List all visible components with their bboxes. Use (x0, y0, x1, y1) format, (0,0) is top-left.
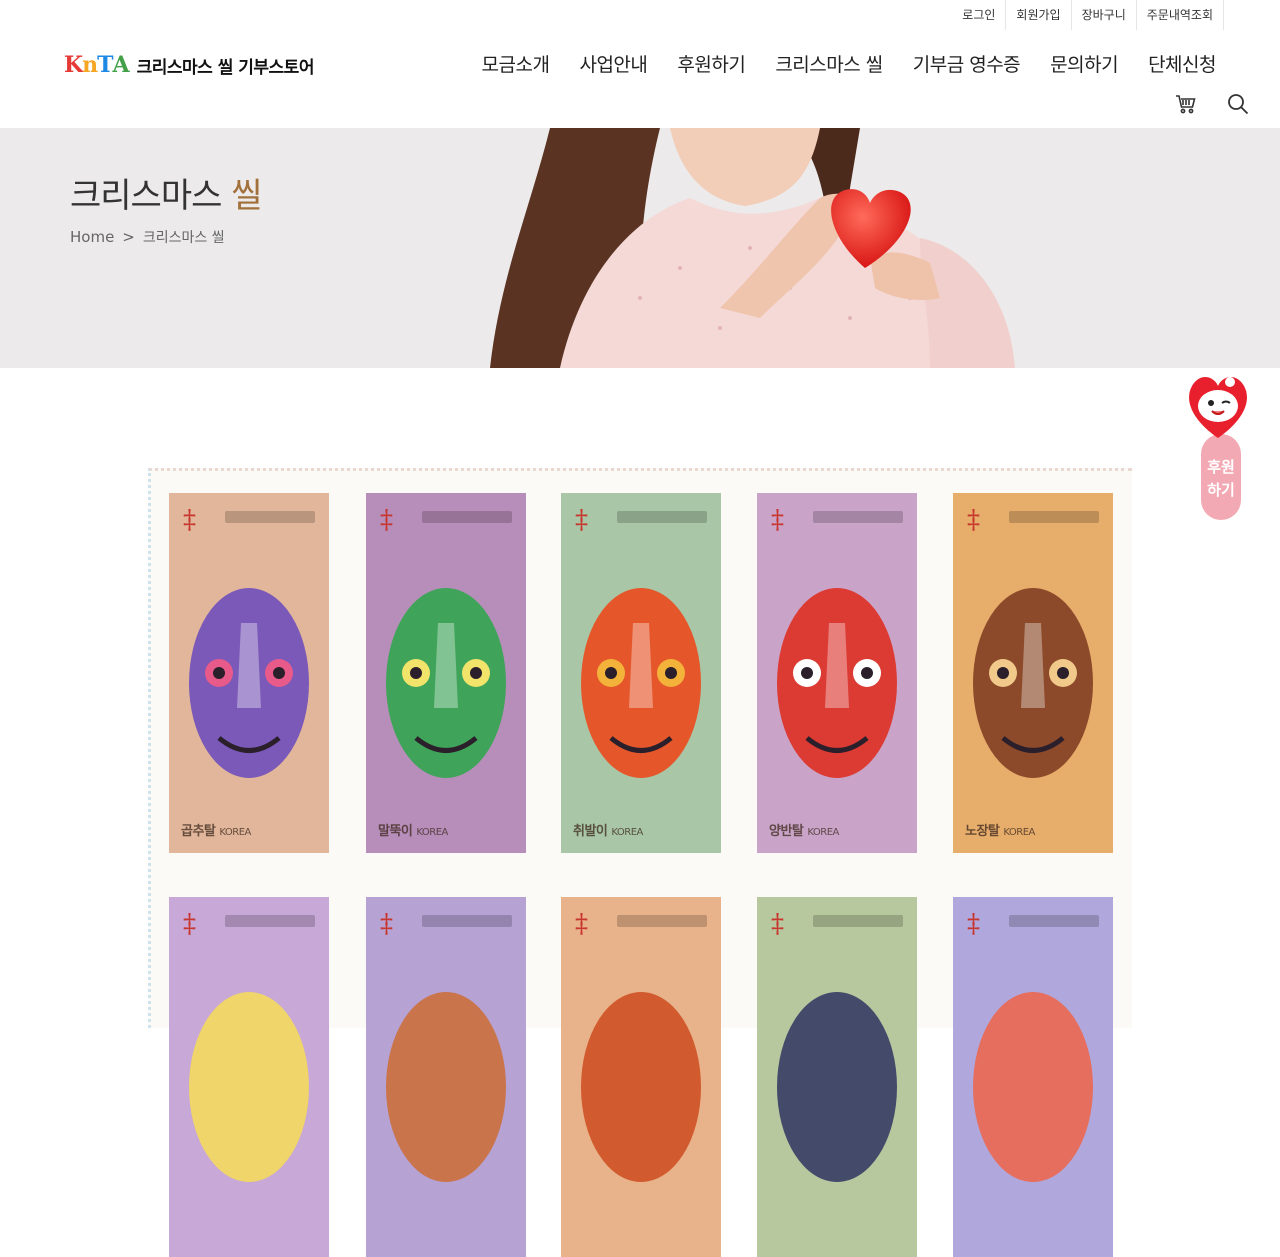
stamp-year-text (813, 511, 903, 523)
login-link[interactable]: 로그인 (952, 0, 1007, 30)
logo-mark: K n T A (64, 52, 130, 78)
breadcrumb-current: 크리스마스 씰 (142, 230, 225, 246)
stamp-year-text (1009, 511, 1099, 523)
nav-about[interactable]: 모금소개 (482, 50, 550, 77)
page-title: 크리스마스 씰 (70, 168, 263, 217)
mask-illustration (189, 588, 309, 778)
logo-letter: n (82, 52, 98, 78)
stamp-year-text (225, 915, 315, 927)
seal-sheet-image: ‡ 곱추탈 KOREA ‡ 말뚝이 KOREA ‡ 취발이 KOREA ‡ 양반탈 KOREA ‡ 노장탈… (148, 468, 1132, 1257)
seal-stamp: ‡ (953, 897, 1113, 1257)
mask-illustration (777, 588, 897, 778)
stamp-caption: 곱추탈 KOREA (181, 824, 251, 839)
mask-illustration (189, 992, 309, 1182)
search-icon[interactable] (1226, 92, 1250, 116)
donate-label: 후원 하기 (1201, 456, 1241, 502)
seal-stamp: ‡ (169, 897, 329, 1257)
cart-link[interactable]: 장바구니 (1072, 0, 1137, 30)
double-cross-icon: ‡ (380, 505, 393, 535)
logo-letter: A (112, 52, 130, 78)
logo-letter: K (64, 52, 83, 78)
donate-label-line1: 후원 (1207, 458, 1235, 476)
page-title-accent: 씰 (231, 176, 262, 216)
mask-illustration (777, 992, 897, 1182)
mask-illustration (386, 992, 506, 1182)
seal-stamp: ‡ 곱추탈 KOREA (169, 493, 329, 853)
order-history-link[interactable]: 주문내역조회 (1137, 0, 1224, 30)
double-cross-icon: ‡ (380, 909, 393, 939)
stamp-year-text (225, 511, 315, 523)
nav-group-apply[interactable]: 단체신청 (1148, 50, 1216, 77)
logo-letter: T (97, 52, 113, 78)
nav-business[interactable]: 사업안내 (579, 50, 647, 77)
seal-stamp: ‡ 말뚝이 KOREA (366, 493, 526, 853)
mask-illustration (973, 992, 1093, 1182)
main-nav: 모금소개 사업안내 후원하기 크리스마스 씰 기부금 영수증 문의하기 단체신청 (452, 50, 1217, 77)
seal-stamp: ‡ 노장탈 KOREA (953, 493, 1113, 853)
seal-stamp: ‡ 양반탈 KOREA (757, 493, 917, 853)
seal-stamp: ‡ (561, 897, 721, 1257)
double-cross-icon: ‡ (771, 505, 784, 535)
double-cross-icon: ‡ (575, 909, 588, 939)
double-cross-icon: ‡ (771, 909, 784, 939)
nav-donate[interactable]: 후원하기 (677, 50, 745, 77)
double-cross-icon: ‡ (183, 505, 196, 535)
stamp-year-text (813, 915, 903, 927)
mask-illustration (973, 588, 1093, 778)
mask-illustration (386, 588, 506, 778)
seal-stamp: ‡ (366, 897, 526, 1257)
logo-text: 크리스마스 씰 기부스토어 (136, 57, 315, 78)
double-cross-icon: ‡ (183, 909, 196, 939)
double-cross-icon: ‡ (967, 909, 980, 939)
floating-donate-button[interactable]: 후원 하기 (1182, 370, 1254, 522)
stamp-caption: 양반탈 KOREA (769, 824, 839, 839)
stamp-caption: 취발이 KOREA (573, 824, 643, 839)
nav-inquiry[interactable]: 문의하기 (1050, 50, 1118, 77)
mascot-icon (1189, 376, 1247, 438)
sub-visual-banner: 크리스마스 씰 Home > 크리스마스 씰 (0, 128, 1280, 368)
stamp-year-text (422, 915, 512, 927)
utility-nav: 로그인 회원가입 장바구니 주문내역조회 (952, 0, 1224, 30)
mask-illustration (581, 588, 701, 778)
breadcrumb-home[interactable]: Home (70, 228, 114, 246)
breadcrumb-separator: > (122, 228, 135, 246)
double-cross-icon: ‡ (575, 505, 588, 535)
seal-stamp: ‡ 취발이 KOREA (561, 493, 721, 853)
stamp-year-text (1009, 915, 1099, 927)
stamp-year-text (422, 511, 512, 523)
mask-illustration (581, 992, 701, 1182)
nav-christmas-seal[interactable]: 크리스마스 씰 (775, 50, 883, 77)
cart-icon[interactable] (1174, 92, 1198, 116)
site-logo[interactable]: K n T A 크리스마스 씰 기부스토어 (64, 52, 314, 78)
stamp-caption: 노장탈 KOREA (965, 824, 1035, 839)
breadcrumb: Home > 크리스마스 씰 (70, 227, 225, 247)
banner-photo (490, 128, 1060, 368)
donate-label-line2: 하기 (1207, 481, 1235, 499)
seal-stamp: ‡ (757, 897, 917, 1257)
signup-link[interactable]: 회원가입 (1006, 0, 1072, 30)
stamp-year-text (617, 915, 707, 927)
page-title-main: 크리스마스 (70, 176, 222, 216)
header-actions (1146, 92, 1250, 116)
stamp-caption: 말뚝이 KOREA (378, 824, 448, 839)
nav-receipt[interactable]: 기부금 영수증 (913, 50, 1021, 77)
double-cross-icon: ‡ (967, 505, 980, 535)
stamp-year-text (617, 511, 707, 523)
